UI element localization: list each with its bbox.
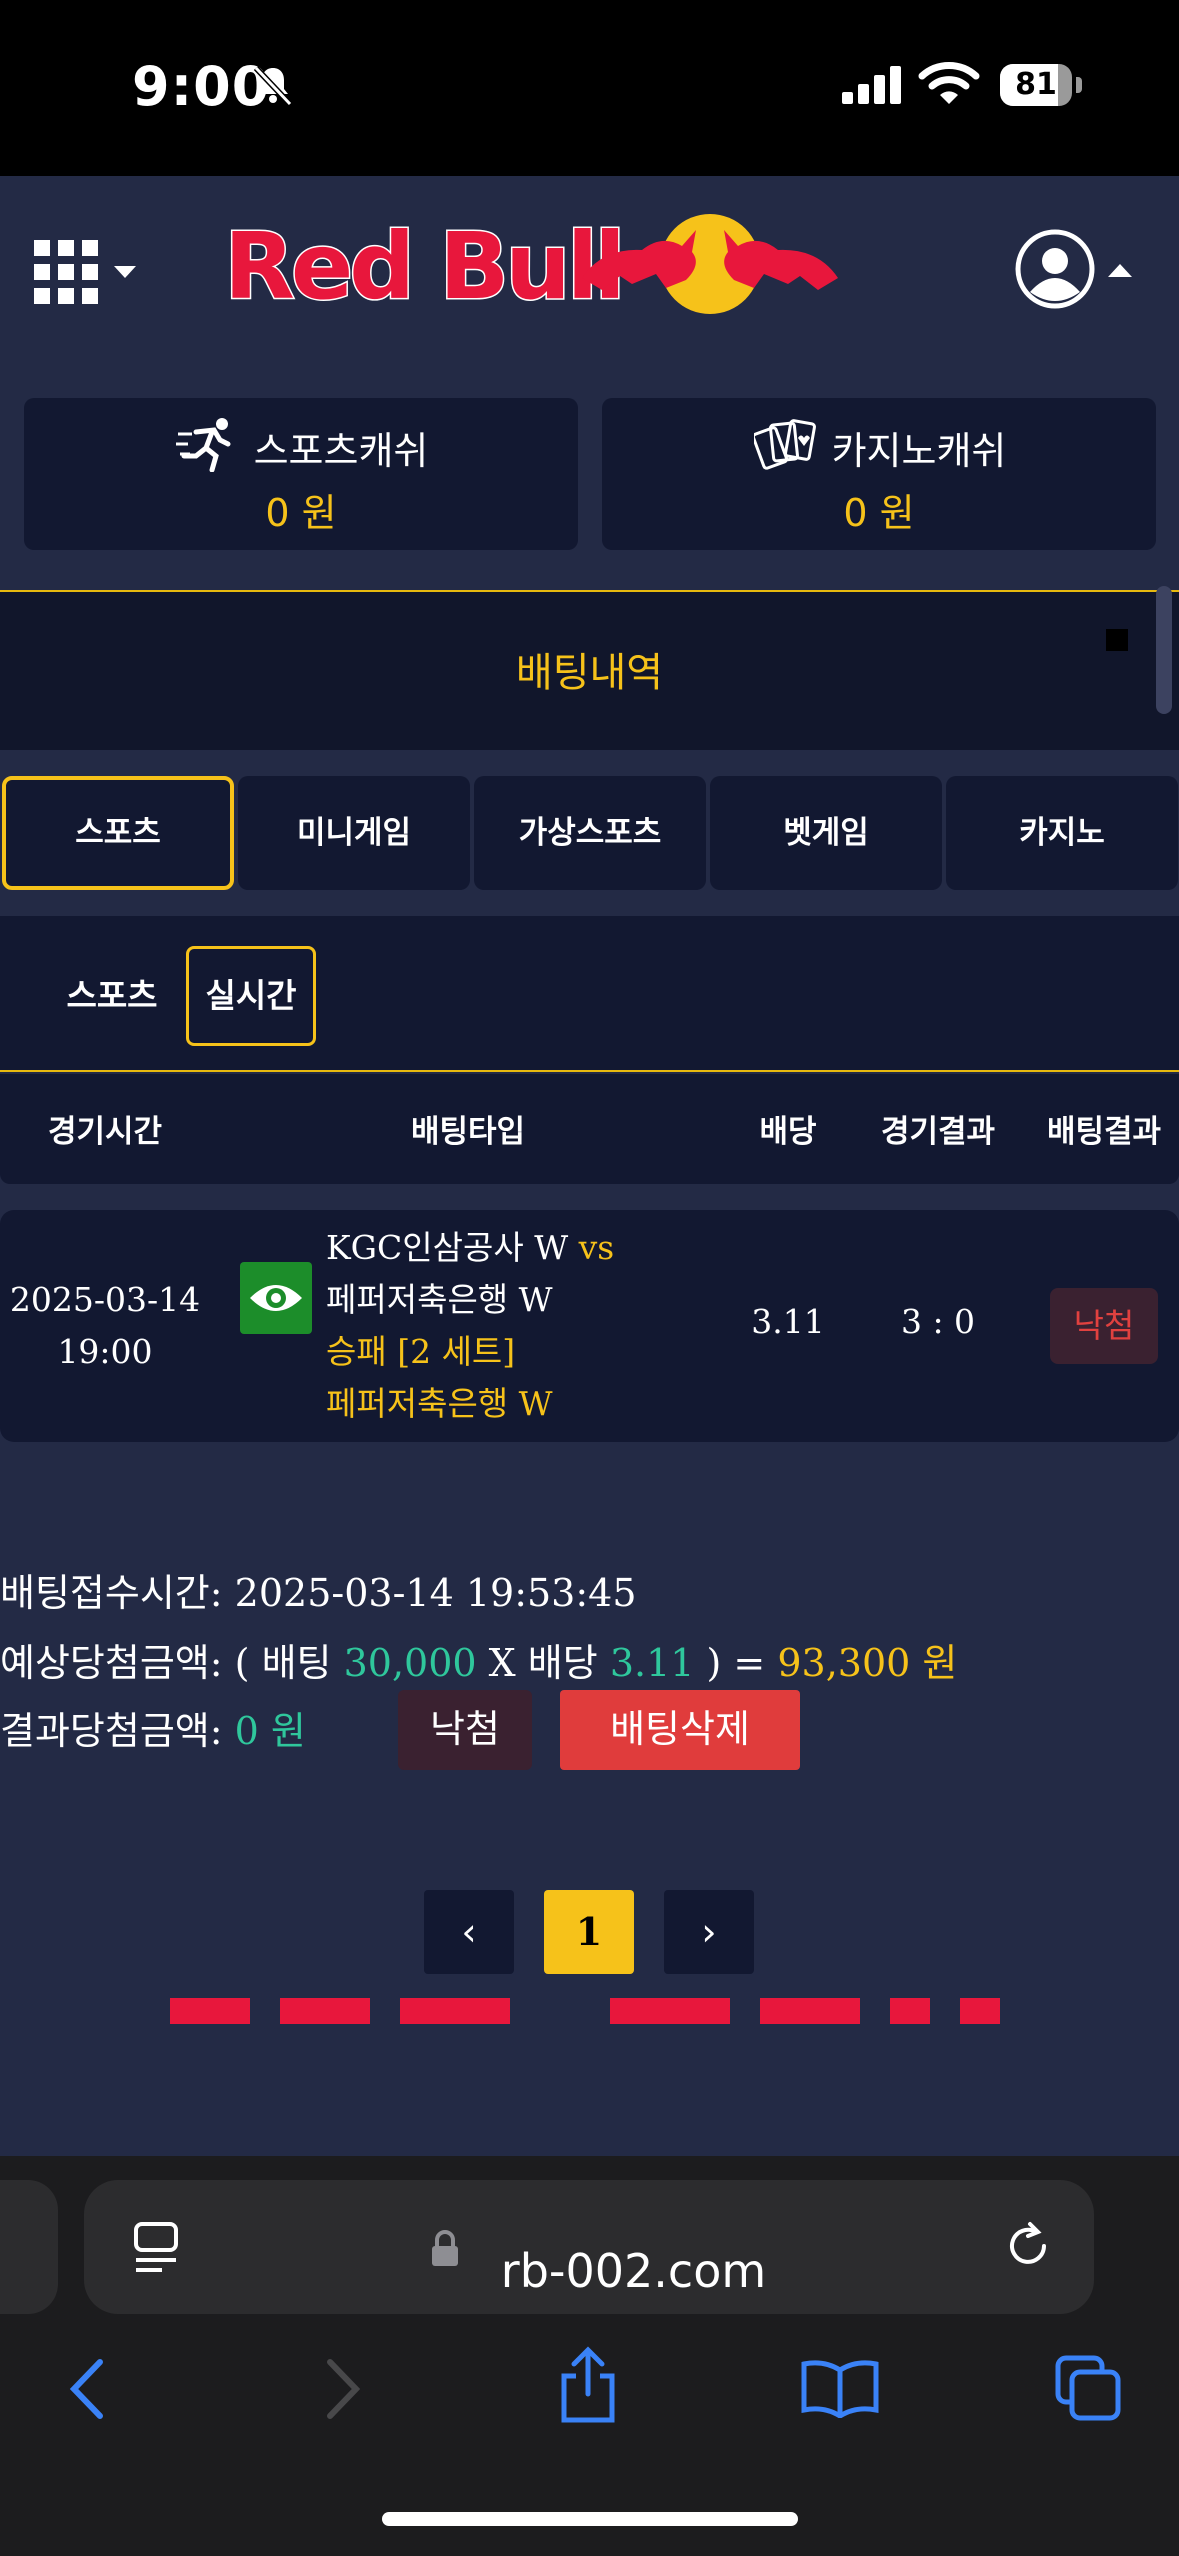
logo-wordmark: Red Bull [224,213,622,318]
prev-page-button[interactable]: ‹ [424,1890,514,1974]
tab-bet-game[interactable]: 벳게임 [710,776,942,890]
accept-time-label: 배팅접수시간: [0,1571,223,1615]
redbull-logo[interactable]: Red Bull [222,208,842,318]
expected-win-label: 예상당첨금액: [0,1641,223,1685]
bell-muted-icon [253,65,293,107]
casino-cash-box[interactable]: 카지노캐쉬 0 원 [602,398,1156,550]
bet-score: 3 : 0 [900,1302,976,1341]
casino-cash-label: 카지노캐쉬 [831,429,1007,473]
square-marker [1106,629,1128,651]
stake-amount: 30,000 [343,1641,477,1685]
result-win-line: 결과당첨금액: 0 원 [0,1700,306,1755]
sports-cash-amount: 0 원 [265,491,337,535]
bet-time: 19:00 [57,1332,153,1371]
bet-date: 2025-03-14 [9,1280,201,1319]
tabs-icon[interactable] [1054,2354,1124,2424]
expected-open: ( 배팅 [234,1641,332,1685]
column-bet-result: 배팅결과 [1046,1114,1162,1150]
bet-pick: 페퍼저축은행 W [326,1384,553,1423]
summary-odds: 3.11 [609,1641,695,1685]
result-win-amount: 0 원 [234,1709,306,1753]
bet-odds: 3.11 [751,1302,825,1341]
column-bet-type: 배팅타입 [410,1114,526,1150]
column-odds: 배당 [759,1114,817,1150]
user-avatar-icon[interactable] [1014,228,1096,310]
delete-bet-button[interactable]: 배팅삭제 [560,1690,800,1770]
logo-watermark [170,1998,1000,2024]
menu-grid-icon[interactable] [34,240,98,304]
share-icon[interactable] [556,2346,620,2426]
bookmarks-icon[interactable] [800,2358,880,2418]
home-team: KGC인삼공사 W [326,1228,569,1267]
bet-datetime: 2025-03-14 19:00 [0,1274,210,1378]
page-title: 배팅내역 [515,650,664,696]
subtab-sports[interactable]: 스포츠 [52,946,172,1046]
menu-caret-down-icon[interactable] [114,266,136,278]
bet-market: 승패 [2 세트] [326,1332,516,1371]
column-game-result: 경기결과 [880,1114,996,1150]
reload-icon[interactable] [1000,2218,1056,2274]
column-game-time: 경기시간 [47,1114,163,1150]
away-team: 페퍼저축은행 W [326,1280,553,1319]
expected-win-line: 예상당첨금액: ( 배팅 30,000 X 배당 3.11 ) = 93,300… [0,1632,957,1687]
sports-cash-label: 스포츠캐쉬 [253,429,429,473]
back-arrow-icon[interactable] [62,2356,112,2422]
vs-label: vs [578,1228,615,1267]
user-caret-up-icon[interactable] [1108,264,1132,277]
subtab-live[interactable]: 실시간 [186,946,316,1046]
eye-icon[interactable] [240,1262,312,1334]
bet-result-badge: 낙첨 [1050,1288,1158,1364]
sports-cash-box[interactable]: 스포츠캐쉬 0 원 [24,398,578,550]
casino-cash-amount: 0 원 [843,491,915,535]
expected-amount: 93,300 원 [777,1641,958,1685]
accept-time-line: 배팅접수시간: 2025-03-14 19:53:45 [0,1562,637,1617]
wifi-icon [918,62,980,104]
lost-status-button[interactable]: 낙첨 [398,1690,532,1770]
battery-icon: 81 [1000,64,1072,106]
scrollbar[interactable] [1156,586,1172,714]
tab-sports[interactable]: 스포츠 [2,776,234,890]
accept-time-value: 2025-03-14 19:53:45 [234,1571,637,1615]
battery-cap [1076,77,1082,93]
battery-level: 81 [1015,67,1057,102]
cellular-signal-icon [842,64,902,104]
forward-arrow-icon[interactable] [318,2356,368,2422]
subtab-bar [0,916,1179,1072]
tab-virtual-sports[interactable]: 가상스포츠 [474,776,706,890]
bet-match-info: KGC인삼공사 W vs 페퍼저축은행 W 승패 [2 세트] 페퍼저축은행 W [326,1222,614,1430]
result-win-label: 결과당첨금액: [0,1709,223,1753]
expected-close: ) = [706,1641,766,1685]
page-1-button[interactable]: 1 [544,1890,634,1974]
home-indicator[interactable] [382,2512,798,2526]
times-label: X 배당 [488,1641,598,1685]
next-page-button[interactable]: › [664,1890,754,1974]
tab-minigame[interactable]: 미니게임 [238,776,470,890]
tab-casino[interactable]: 카지노 [946,776,1178,890]
